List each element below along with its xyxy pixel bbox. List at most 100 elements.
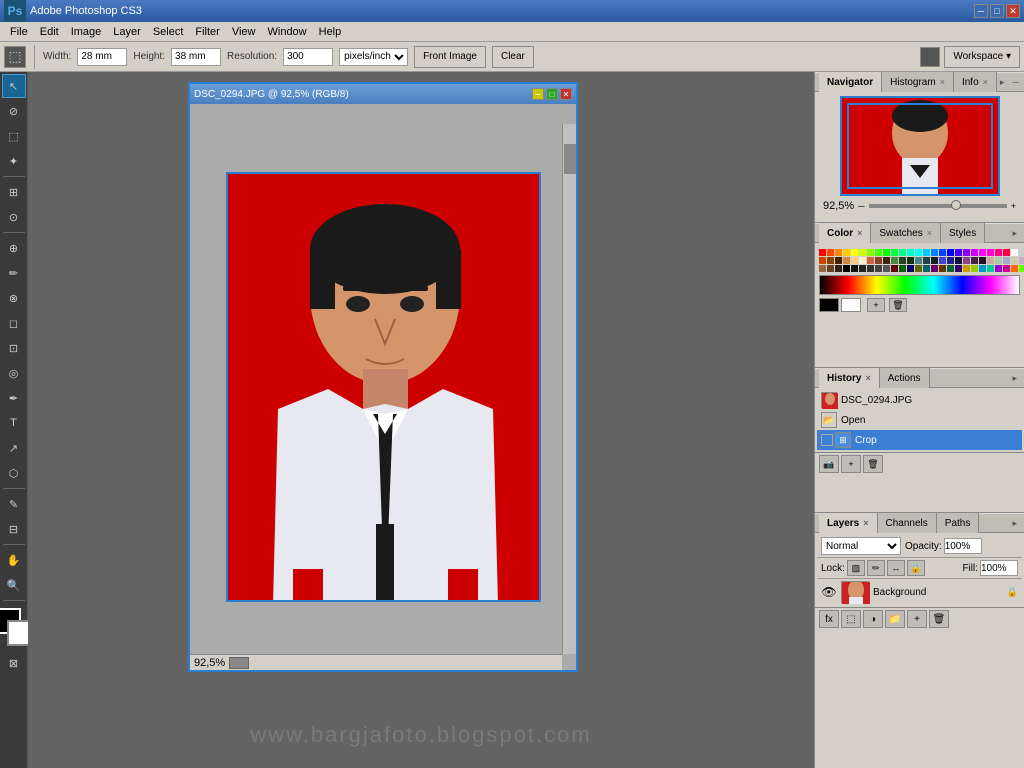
- swatch-cell[interactable]: [907, 265, 914, 272]
- swatch-cell[interactable]: [867, 257, 874, 264]
- tab-paths[interactable]: Paths: [937, 513, 980, 533]
- swatch-cell[interactable]: [939, 265, 946, 272]
- swatch-cell[interactable]: [979, 265, 986, 272]
- scrollbar-thumb[interactable]: [564, 144, 576, 174]
- history-item-1[interactable]: 📂 Open: [817, 410, 1022, 430]
- swatch-cell[interactable]: [979, 249, 986, 256]
- swatch-cell[interactable]: [827, 265, 834, 272]
- swatch-cell[interactable]: [995, 257, 1002, 264]
- zoom-in-icon[interactable]: +: [1011, 201, 1016, 211]
- swatch-cell[interactable]: [899, 249, 906, 256]
- tool-heal[interactable]: ⊕: [2, 236, 26, 260]
- swatch-cell[interactable]: [955, 257, 962, 264]
- swatch-cell[interactable]: [939, 249, 946, 256]
- tab-history[interactable]: History ×: [819, 368, 880, 388]
- resolution-unit-select[interactable]: pixels/inch: [339, 48, 408, 66]
- color-menu-btn[interactable]: ▸: [1009, 227, 1020, 240]
- layer-fx-btn[interactable]: fx: [819, 610, 839, 628]
- menu-view[interactable]: View: [226, 24, 262, 40]
- swatch-cell[interactable]: [859, 249, 866, 256]
- history-close[interactable]: ×: [865, 373, 870, 383]
- swatch-cell[interactable]: [843, 249, 850, 256]
- swatch-cell[interactable]: [931, 249, 938, 256]
- doc-close-button[interactable]: ✕: [560, 88, 572, 100]
- menu-edit[interactable]: Edit: [34, 24, 65, 40]
- swatch-cell[interactable]: [819, 265, 826, 272]
- color-close[interactable]: ×: [857, 228, 862, 238]
- swatch-cell[interactable]: [963, 265, 970, 272]
- swatch-cell[interactable]: [955, 265, 962, 272]
- history-new-btn[interactable]: +: [841, 455, 861, 473]
- swatch-cell[interactable]: [971, 249, 978, 256]
- history-menu-btn[interactable]: ▸: [1009, 372, 1020, 385]
- swatch-cell[interactable]: [915, 265, 922, 272]
- swatch-cell[interactable]: [835, 249, 842, 256]
- height-input[interactable]: [171, 48, 221, 66]
- tool-notes[interactable]: ✎: [2, 492, 26, 516]
- swatch-cell[interactable]: [963, 249, 970, 256]
- layer-background[interactable]: 👁 Background 🔒: [817, 579, 1022, 605]
- swatch-cell[interactable]: [963, 257, 970, 264]
- swatch-cell[interactable]: [947, 249, 954, 256]
- maximize-button[interactable]: □: [990, 4, 1004, 18]
- layer-adjustment-btn[interactable]: ◑: [863, 610, 883, 628]
- tool-magic-wand[interactable]: ✦: [2, 149, 26, 173]
- swatch-cell[interactable]: [827, 257, 834, 264]
- minimize-button[interactable]: ─: [974, 4, 988, 18]
- histogram-close[interactable]: ×: [940, 77, 945, 87]
- menu-select[interactable]: Select: [147, 24, 190, 40]
- history-delete-btn[interactable]: 🗑: [863, 455, 883, 473]
- tool-dodge[interactable]: ◎: [2, 361, 26, 385]
- swatch-cell[interactable]: [931, 257, 938, 264]
- tab-navigator[interactable]: Navigator: [819, 72, 882, 92]
- tab-actions[interactable]: Actions: [880, 368, 930, 388]
- zoom-thumb[interactable]: [951, 200, 961, 210]
- swatch-cell[interactable]: [851, 257, 858, 264]
- swatch-cell[interactable]: [1011, 257, 1018, 264]
- swatch-cell[interactable]: [971, 257, 978, 264]
- swatch-cell[interactable]: [947, 257, 954, 264]
- swatch-cell[interactable]: [907, 257, 914, 264]
- swatch-cell[interactable]: [899, 257, 906, 264]
- swatch-cell[interactable]: [899, 265, 906, 272]
- swatch-cell[interactable]: [883, 265, 890, 272]
- tool-gradient[interactable]: ⊡: [2, 336, 26, 360]
- swatch-cell[interactable]: [835, 265, 842, 272]
- layer-mask-btn[interactable]: ⬚: [841, 610, 861, 628]
- menu-window[interactable]: Window: [262, 24, 313, 40]
- tool-screen-mode[interactable]: ⊠: [2, 651, 26, 675]
- swatch-cell[interactable]: [859, 265, 866, 272]
- tab-layers[interactable]: Layers ×: [819, 513, 878, 533]
- tool-brush[interactable]: ✏: [2, 261, 26, 285]
- zoom-slider[interactable]: [869, 204, 1007, 208]
- swatch-cell[interactable]: [875, 257, 882, 264]
- swatch-cell[interactable]: [915, 249, 922, 256]
- opacity-input[interactable]: [944, 538, 982, 554]
- swatch-cell[interactable]: [1011, 265, 1018, 272]
- swatch-cell[interactable]: [923, 257, 930, 264]
- menu-help[interactable]: Help: [313, 24, 348, 40]
- swatch-cell[interactable]: [883, 257, 890, 264]
- swatch-cell[interactable]: [987, 265, 994, 272]
- swatch-cell[interactable]: [851, 265, 858, 272]
- bg-swatch[interactable]: [841, 298, 861, 312]
- swatch-cell[interactable]: [923, 249, 930, 256]
- navigator-close-btn[interactable]: ─: [1009, 76, 1021, 89]
- history-snapshot-btn[interactable]: 📷: [819, 455, 839, 473]
- swatch-cell[interactable]: [931, 265, 938, 272]
- swatch-cell[interactable]: [827, 249, 834, 256]
- info-close[interactable]: ×: [983, 77, 988, 87]
- workspace-button[interactable]: Workspace ▾: [944, 46, 1020, 68]
- swatch-cell[interactable]: [1003, 249, 1010, 256]
- tool-crop[interactable]: ⊞: [2, 180, 26, 204]
- new-swatch-btn[interactable]: +: [867, 298, 885, 312]
- navigator-menu-btn[interactable]: ▸: [997, 76, 1008, 89]
- swatch-cell[interactable]: [883, 249, 890, 256]
- swatch-cell[interactable]: [1019, 257, 1024, 264]
- tool-eraser[interactable]: ◻: [2, 311, 26, 335]
- tab-styles[interactable]: Styles: [941, 223, 985, 243]
- menu-file[interactable]: File: [4, 24, 34, 40]
- swatch-cell[interactable]: [979, 257, 986, 264]
- history-item-2[interactable]: ⊞ Crop: [817, 430, 1022, 450]
- tab-swatches[interactable]: Swatches ×: [871, 223, 941, 243]
